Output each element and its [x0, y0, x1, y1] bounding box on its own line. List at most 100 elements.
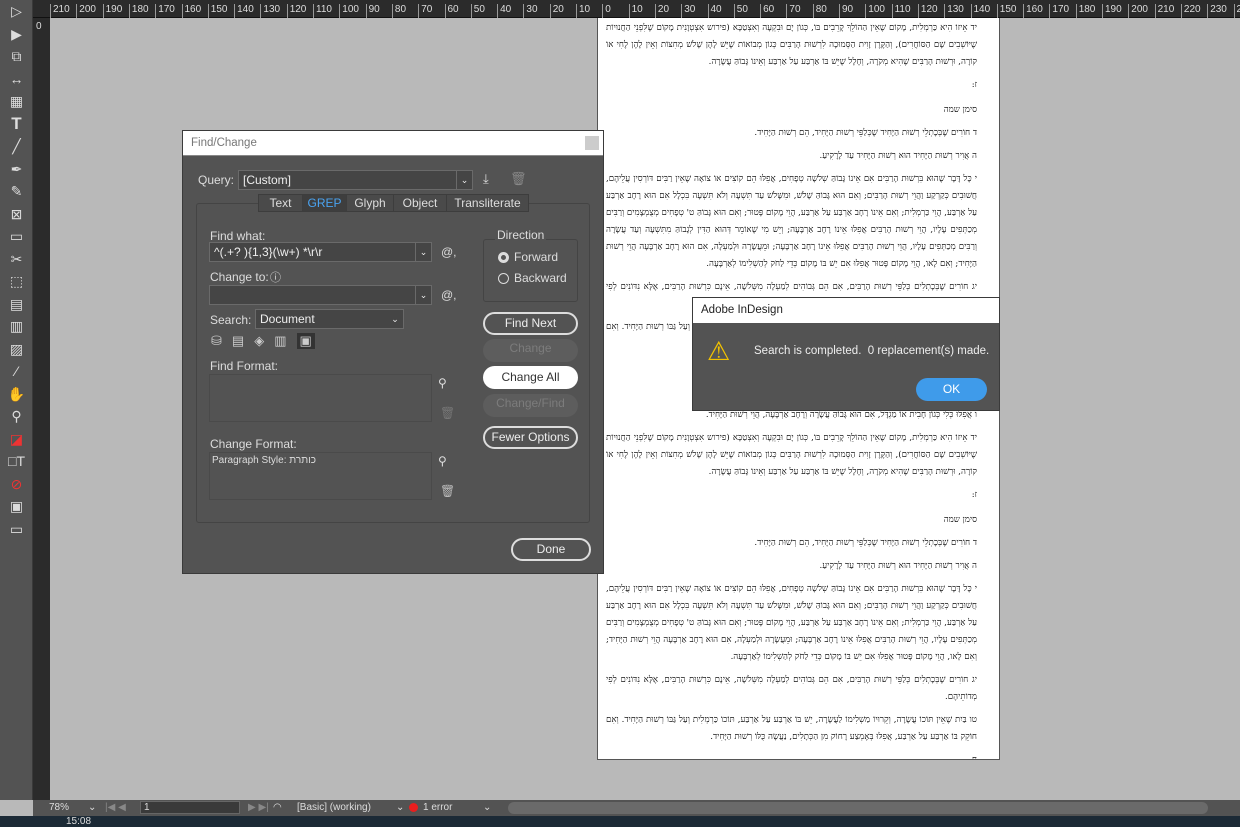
ruler-tick: 170 [1049, 4, 1069, 18]
eyedropper-tool-icon[interactable]: ⁄ [0, 360, 33, 383]
ruler-tick: 120 [286, 4, 306, 18]
special-characters-icon[interactable]: @, [441, 288, 457, 302]
chevron-down-icon[interactable]: ⌄ [396, 802, 404, 813]
find-format-box[interactable] [209, 374, 432, 422]
hand-tool-icon[interactable]: ✋ [0, 383, 33, 406]
forward-label: Forward [514, 250, 559, 264]
formatting-container-icon[interactable]: □T [0, 450, 33, 473]
backward-radio[interactable]: Backward [498, 271, 567, 285]
query-label: Query: [198, 173, 235, 187]
include-locked-layers-icon[interactable]: ⛁ [211, 333, 222, 349]
ruler-tick: 110 [891, 4, 911, 18]
selection-tool-icon[interactable]: ▷ [0, 0, 33, 23]
specify-change-format-icon[interactable]: ⚲ [438, 454, 447, 468]
pencil-tool-icon[interactable]: ✎ [0, 180, 33, 203]
open-page-icon[interactable]: ◠ [273, 802, 282, 813]
include-locked-stories-icon[interactable]: ▤ [232, 333, 244, 349]
ruler-tick: 10 [628, 4, 643, 18]
pen-tool-icon[interactable]: ✒ [0, 158, 33, 181]
direction-label: Direction [495, 228, 547, 242]
change-all-button[interactable]: Change All [483, 366, 578, 389]
change-to-label: Change to: [210, 270, 269, 284]
done-button[interactable]: Done [511, 538, 591, 561]
ruler-tick: 30 [523, 4, 538, 18]
forward-radio[interactable]: Forward [498, 250, 558, 264]
ruler-tick: 90 [839, 4, 853, 18]
direct-selection-tool-icon[interactable]: ▶ [0, 23, 33, 46]
find-what-label: Find what: [210, 229, 266, 243]
content-collector-icon[interactable]: ▦ [0, 90, 33, 113]
dialog-title: Find/Change [183, 131, 603, 156]
section-heading: סימן שמה [943, 515, 977, 525]
view-mode-icon[interactable]: ▣ [0, 495, 33, 518]
fill-stroke-icon[interactable]: ◪ [0, 428, 33, 451]
zoom-level[interactable]: 78% [49, 802, 69, 813]
ruler-tick: 120 [917, 4, 938, 18]
include-hidden-layers-icon[interactable]: ◈ [254, 333, 264, 349]
page-tool-icon[interactable]: ⧉ [0, 45, 33, 68]
paragraph: ד חוֹרִים שֶׁבְּכָתְלֵי רְשׁוּת הַיָּחִי… [754, 128, 977, 138]
change-format-label: Change Format: [210, 437, 297, 451]
chevron-down-icon[interactable]: ⌄ [415, 286, 431, 304]
paragraph: יג חוֹרִים שֶׁבְּכָתְלִים כְּלַפֵּי רְשׁ… [606, 675, 977, 702]
next-last-page-icon[interactable]: ▶ ▶| [248, 802, 269, 813]
type-tool-icon[interactable]: T [0, 113, 33, 136]
note-tool-icon[interactable]: ▨ [0, 338, 33, 361]
gap-tool-icon[interactable]: ↔ [0, 68, 33, 91]
chevron-down-icon[interactable]: ⌄ [483, 802, 491, 813]
clear-find-format-icon[interactable]: 🗑 [440, 406, 455, 420]
fewer-options-button[interactable]: Fewer Options [483, 426, 578, 449]
screen-mode-icon[interactable]: ▭ [0, 518, 33, 541]
line-tool-icon[interactable]: ╱ [0, 135, 33, 158]
gradient-tool-icon[interactable]: ▤ [0, 293, 33, 316]
ruler-tick: 190 [1102, 4, 1122, 18]
ruler-tick: 200 [1128, 4, 1148, 18]
chevron-down-icon: ⌄ [391, 314, 399, 324]
gradient-feather-icon[interactable]: ▥ [0, 315, 33, 338]
change-find-button[interactable]: Change/Find [483, 394, 578, 417]
find-what-input[interactable]: ^(.+? ){1,3}(\w+) *\r\r ⌄ [209, 242, 432, 262]
paragraph: ד חוֹרִים שֶׁבְּכָתְלֵי רְשׁוּת הַיָּחִי… [754, 538, 977, 548]
tab-transliterate[interactable]: Transliterate [446, 194, 529, 212]
chevron-down-icon[interactable]: ⌄ [415, 243, 431, 261]
scissors-tool-icon[interactable]: ✂ [0, 248, 33, 271]
tab-object[interactable]: Object [393, 194, 447, 212]
include-master-pages-icon[interactable]: ▥ [274, 333, 286, 349]
preflight-profile[interactable]: [Basic] (working) [297, 802, 371, 813]
horizontal-scrollbar[interactable] [508, 802, 1208, 814]
tab-grep[interactable]: GREP [302, 194, 347, 212]
change-to-input[interactable]: ⌄ [209, 285, 432, 305]
ruler-tick: 110 [313, 4, 332, 18]
find-what-value: ^(.+? ){1,3}(\w+) *\r\r [214, 245, 323, 259]
rectangle-tool-icon[interactable]: ▭ [0, 225, 33, 248]
page-number-input[interactable]: 1 [140, 801, 240, 814]
first-page-icon[interactable]: |◀ ◀ [105, 802, 126, 813]
tab-glyph[interactable]: Glyph [346, 194, 394, 212]
special-characters-icon[interactable]: @, [441, 245, 457, 259]
paragraph: טו בַּיִת שֶׁאֵין תּוֹכוֹ עֲשָׂרָה, וְקֵ… [606, 715, 977, 742]
save-query-icon[interactable]: ⤓ [483, 171, 489, 187]
search-scope-select[interactable]: Document ⌄ [255, 309, 404, 329]
find-next-button[interactable]: Find Next [483, 312, 578, 335]
ruler-tick: 60 [444, 4, 459, 18]
zoom-tool-icon[interactable]: ⚲ [0, 405, 33, 428]
apply-none-icon[interactable]: ⊘ [0, 473, 33, 496]
tab-text[interactable]: Text [258, 194, 303, 212]
taskbar: 15:08 [0, 816, 1240, 827]
clear-change-format-icon[interactable]: 🗑 [440, 484, 455, 498]
find-change-dialog: Find/Change Query: [Custom] ⌄ ⤓ 🗑 Text GR… [182, 130, 604, 574]
include-footnotes-icon[interactable]: ▣ [296, 333, 315, 349]
ok-button[interactable]: OK [916, 378, 987, 401]
delete-query-icon[interactable]: 🗑 [510, 171, 527, 187]
vertical-ruler: 0 [33, 18, 50, 800]
ruler-tick: 60 [760, 4, 774, 18]
change-button[interactable]: Change [483, 339, 578, 362]
preflight-errors[interactable]: 1 error [423, 802, 452, 813]
change-format-box[interactable]: Paragraph Style: כותרת [209, 452, 432, 500]
specify-find-format-icon[interactable]: ⚲ [438, 376, 447, 390]
query-select[interactable]: [Custom] ⌄ [238, 170, 473, 190]
rectangle-frame-tool-icon[interactable]: ⊠ [0, 203, 33, 226]
zoom-dropdown-icon[interactable]: ⌄ [88, 802, 96, 813]
free-transform-tool-icon[interactable]: ⬚ [0, 270, 33, 293]
close-button[interactable] [585, 136, 599, 150]
